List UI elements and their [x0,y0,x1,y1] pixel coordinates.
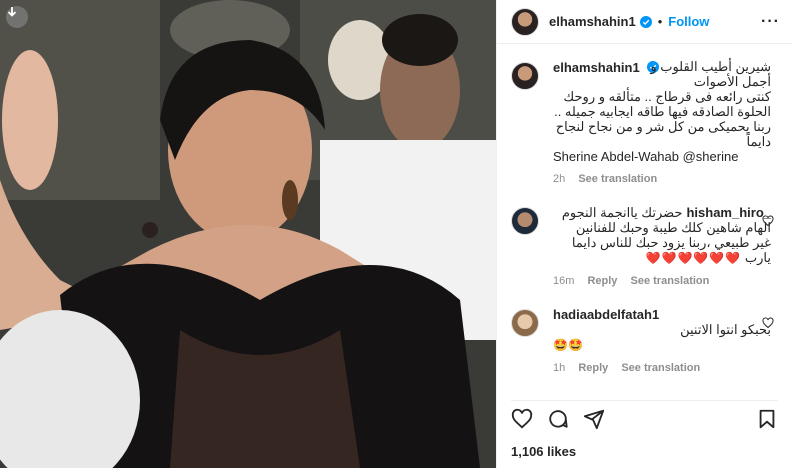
comment-username[interactable]: hadiaabdelfatah1 [553,307,659,322]
star-eyes-emoji: 🤩🤩 [553,338,583,352]
separator-dot: • [657,14,663,29]
bookmark-icon[interactable] [756,408,778,430]
header-username[interactable]: elhamshahin1 [549,14,636,29]
comments-list[interactable]: elhamshahin1 شيرين أطيب القلوب و أجمل ال… [497,52,792,392]
hearts-emoji: ❤️❤️❤️❤️❤️❤️ [645,251,742,265]
post-side-panel: elhamshahin1 • Follow ··· elhamshahin1 ش… [496,0,792,468]
avatar[interactable] [511,62,539,90]
action-bar [511,400,778,430]
comment-username[interactable]: _hisham_hiro [686,205,771,220]
comment-time: 1h [553,362,566,374]
share-icon[interactable] [583,408,605,430]
avatar[interactable] [511,309,539,337]
photo-image [0,0,496,468]
caption-mentions[interactable]: Sherine Abdel-Wahab @sherine [553,149,771,164]
comment-time: 16m [553,275,575,287]
see-translation-link[interactable]: See translation [578,173,657,185]
list-item: hadiaabdelfatah1 بحبكو انتوا الاتنين 🤩🤩 … [511,307,778,376]
avatar[interactable] [511,207,539,235]
comment-meta: 1h Reply See translation [553,361,771,376]
more-options-button[interactable]: ··· [761,13,780,31]
caption-time: 2h [553,173,566,185]
comment-text: _hisham_hiro حضرتك ياانجمة النجوم الهام ش… [561,205,771,265]
verified-badge-icon [639,15,652,28]
comment-text: hadiaabdelfatah1 بحبكو انتوا الاتنين 🤩🤩 [553,307,771,352]
see-translation-link[interactable]: See translation [621,362,700,374]
like-button[interactable] [511,408,533,430]
heart-icon[interactable] [762,317,774,329]
download-button[interactable] [6,6,28,28]
heart-icon[interactable] [762,215,774,227]
post-photo[interactable] [0,0,496,468]
caption-meta: 2h See translation [553,172,771,187]
caption: elhamshahin1 شيرين أطيب القلوب و أجمل ال… [511,59,778,187]
follow-button[interactable]: Follow [668,14,709,29]
comment-icon[interactable] [547,408,569,430]
comment-meta: 16m Reply See translation [553,274,771,289]
download-icon [7,7,17,17]
likes-count[interactable]: 1,106 likes [511,444,576,459]
reply-button[interactable]: Reply [578,362,608,374]
post-header: elhamshahin1 • Follow ··· [497,0,792,44]
list-item: _hisham_hiro حضرتك ياانجمة النجوم الهام ش… [511,205,778,289]
avatar[interactable] [511,7,539,36]
reply-button[interactable]: Reply [587,275,617,287]
see-translation-link[interactable]: See translation [631,275,710,287]
